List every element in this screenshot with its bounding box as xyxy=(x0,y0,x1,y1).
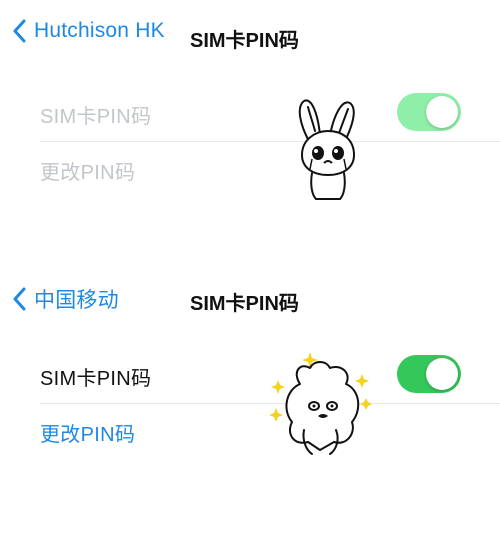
sim-pin-label: SIM卡PIN码 xyxy=(40,368,152,390)
toggle-knob xyxy=(426,358,458,390)
back-button[interactable]: Hutchison HK xyxy=(12,19,165,43)
sim-pin-toggle[interactable] xyxy=(397,355,461,393)
chevron-left-icon xyxy=(13,287,26,311)
toggle-knob xyxy=(426,96,458,128)
sim-pin-label: SIM卡PIN码 xyxy=(40,106,152,128)
change-pin-label: 更改PIN码 xyxy=(40,162,136,184)
nav-bar: 中国移动 SIM卡PIN码 xyxy=(0,280,500,320)
crying-bunny-sticker xyxy=(298,99,355,200)
change-pin-row[interactable]: 更改PIN码 xyxy=(40,142,500,198)
change-pin-link[interactable]: 更改PIN码 xyxy=(40,418,135,447)
back-label: 中国移动 xyxy=(34,289,119,312)
page-title: SIM卡PIN码 xyxy=(190,293,299,315)
sparkly-bunny-sticker xyxy=(270,352,372,455)
page-title: SIM卡PIN码 xyxy=(190,30,299,52)
sim-pin-toggle[interactable] xyxy=(397,93,461,131)
back-label: Hutchison HK xyxy=(34,19,165,42)
screen-hutchison: Hutchison HK SIM卡PIN码 SIM卡PIN码 更改PIN码 xyxy=(0,0,500,262)
nav-bar: Hutchison HK SIM卡PIN码 xyxy=(0,15,500,55)
chevron-left-icon xyxy=(13,19,26,43)
back-button[interactable]: 中国移动 xyxy=(12,284,119,314)
screen-china-mobile: 中国移动 SIM卡PIN码 SIM卡PIN码 更改PIN码 xyxy=(0,262,500,539)
